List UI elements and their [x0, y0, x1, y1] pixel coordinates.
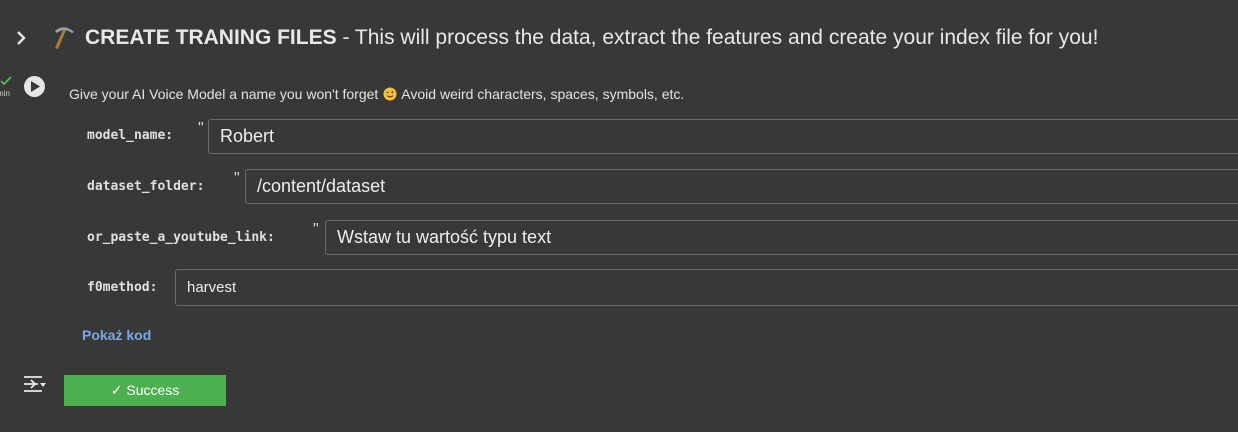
success-status: ✓ Success	[64, 375, 226, 406]
f0method-select[interactable]: harvest	[175, 269, 1238, 306]
pick-icon	[55, 27, 74, 49]
play-icon	[31, 81, 40, 92]
model-name-input[interactable]: Robert	[208, 119, 1238, 154]
output-settings-icon[interactable]	[23, 373, 47, 395]
dataset-folder-input[interactable]: /content/dataset	[245, 169, 1238, 204]
chevron-right-icon[interactable]	[14, 28, 30, 48]
model-name-quote: "	[198, 120, 204, 137]
cell-title-bold: CREATE TRANING FILES	[85, 26, 337, 49]
dataset-folder-label: dataset_folder:	[87, 179, 205, 194]
youtube-link-input[interactable]: Wstaw tu wartość typu text	[325, 220, 1238, 255]
cell-description: Give your AI Voice Model a name you won'…	[69, 85, 684, 103]
f0method-label: f0method:	[87, 280, 158, 295]
model-name-label: model_name:	[87, 128, 174, 143]
cell-title-rest: - This will process the data, extract th…	[336, 26, 1099, 49]
description-text-1: Give your AI Voice Model a name you won'…	[69, 86, 383, 102]
youtube-link-label: or_paste_a_youtube_link:	[87, 230, 275, 245]
wink-emoji-icon	[383, 87, 397, 101]
execution-time: min	[0, 89, 10, 98]
description-text-2: Avoid weird characters, spaces, symbols,…	[398, 86, 685, 102]
colab-cell: CREATE TRANING FILES - This will process…	[0, 0, 1238, 432]
cell-title: CREATE TRANING FILES - This will process…	[85, 24, 1098, 52]
run-cell-button[interactable]	[24, 76, 45, 97]
dataset-folder-quote: "	[234, 170, 240, 187]
youtube-link-quote: "	[313, 221, 319, 238]
show-code-link[interactable]: Pokaż kod	[82, 327, 151, 343]
check-icon	[0, 76, 12, 86]
